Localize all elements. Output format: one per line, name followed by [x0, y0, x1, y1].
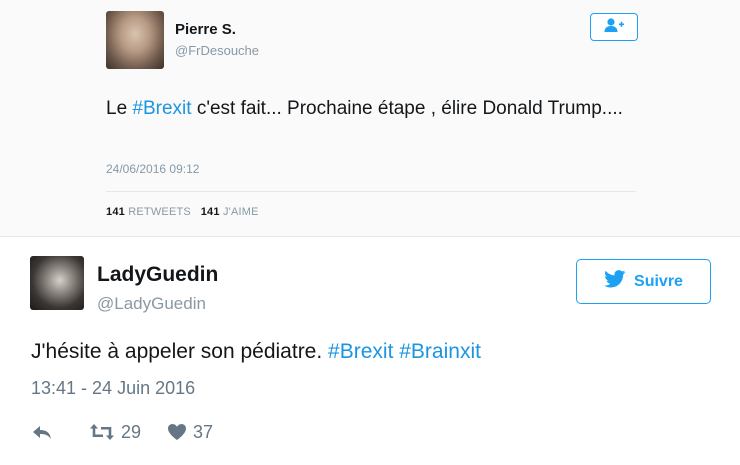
- retweet-button[interactable]: 29: [89, 422, 141, 443]
- like-button[interactable]: 37: [167, 422, 213, 443]
- follow-button[interactable]: Suivre: [576, 259, 711, 304]
- likes-count[interactable]: 141: [201, 206, 220, 218]
- avatar[interactable]: [30, 256, 84, 310]
- heart-icon: [167, 423, 187, 441]
- follow-label: Suivre: [634, 272, 683, 290]
- follow-button[interactable]: [590, 13, 638, 41]
- author-handle[interactable]: @FrDesouche: [175, 43, 259, 58]
- likes-label[interactable]: J'AIME: [223, 206, 259, 218]
- tweet-text: Le #Brexit c'est fait... Prochaine étape…: [106, 95, 626, 123]
- hashtag-link[interactable]: #Brainxit: [399, 340, 481, 363]
- hashtag-link[interactable]: #Brexit: [132, 98, 191, 119]
- twitter-bird-icon: [604, 270, 626, 293]
- tweet-timestamp[interactable]: 13:41 - 24 Juin 2016: [31, 378, 195, 399]
- tweet-text-part: J'hésite à appeler son pédiatre.: [31, 340, 329, 363]
- reply-button[interactable]: [31, 423, 53, 441]
- retweet-count: 29: [121, 421, 142, 442]
- tweet-text: J'hésite à appeler son pédiatre. #Brexit…: [31, 340, 481, 364]
- like-count: 37: [193, 421, 214, 442]
- reply-icon: [31, 423, 53, 441]
- avatar[interactable]: [106, 11, 164, 69]
- author-name[interactable]: LadyGuedin: [97, 263, 218, 287]
- divider: [106, 191, 636, 192]
- add-user-icon: [603, 17, 625, 38]
- author-handle[interactable]: @LadyGuedin: [97, 294, 206, 314]
- tweet-actions: 29 37: [31, 420, 213, 444]
- retweets-count[interactable]: 141: [106, 206, 125, 218]
- tweet-stats: 141 RETWEETS 141 J'AIME: [106, 206, 259, 218]
- tweet-timestamp[interactable]: 24/06/2016 09:12: [106, 162, 199, 176]
- retweet-icon: [89, 423, 115, 441]
- tweet-text-part: Le: [106, 98, 133, 119]
- author-name[interactable]: Pierre S.: [175, 21, 236, 38]
- retweets-label[interactable]: RETWEETS: [128, 206, 191, 218]
- hashtag-link[interactable]: #Brexit: [328, 340, 393, 363]
- embedded-tweet-card: Pierre S. @FrDesouche Le #Brexit c'est f…: [0, 0, 740, 237]
- tweet-text-part: c'est fait... Prochaine étape , élire Do…: [191, 98, 623, 119]
